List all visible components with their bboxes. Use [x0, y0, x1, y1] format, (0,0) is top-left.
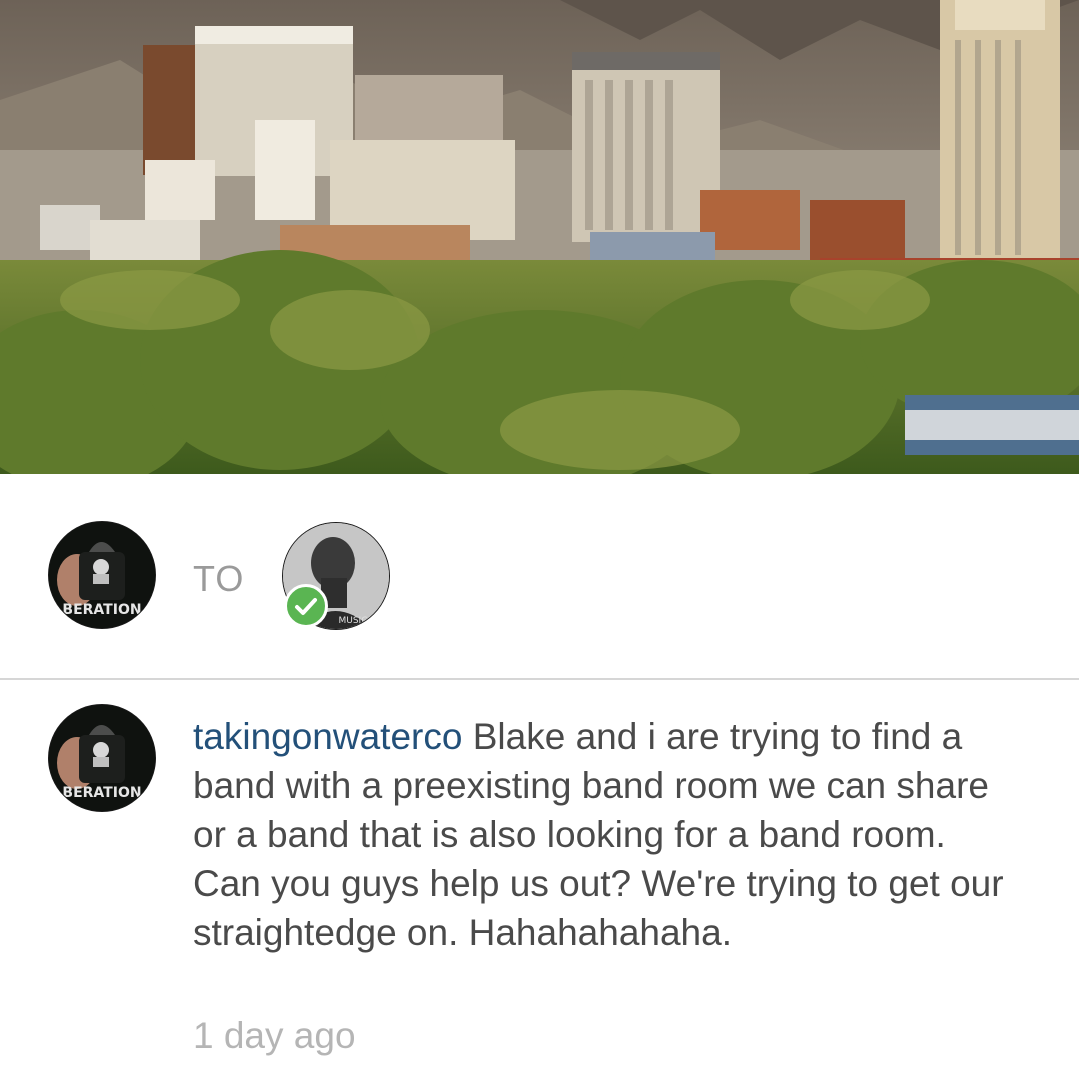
comment-item: BERATION takingonwaterco Blake and i are…	[0, 680, 1079, 1079]
comment-username-link[interactable]: takingonwaterco	[193, 716, 462, 757]
sender-avatar-text: BERATION	[62, 602, 141, 618]
commenter-avatar-text: BERATION	[62, 785, 141, 801]
city-skyline-photo	[0, 0, 1079, 474]
comment-timestamp: 1 day ago	[193, 1015, 356, 1056]
direct-recipient-row: BERATION TO MUSIC	[0, 474, 1079, 679]
recipient-avatar-text: MUSIC	[338, 616, 367, 626]
to-label: TO	[193, 558, 245, 599]
comment-body: takingonwaterco Blake and i are trying t…	[193, 712, 1023, 957]
sender-avatar[interactable]: BERATION	[49, 522, 155, 628]
commenter-avatar[interactable]: BERATION	[49, 705, 155, 811]
check-icon	[295, 598, 317, 615]
verified-badge	[284, 584, 328, 628]
